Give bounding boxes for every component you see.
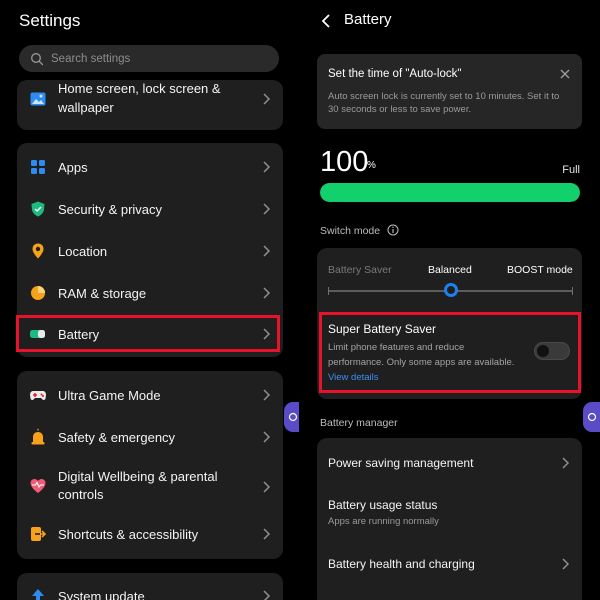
storage-pie-icon (29, 284, 47, 302)
settings-item-label: RAM & storage (58, 286, 147, 301)
power-saving-management-item[interactable]: Power saving management (317, 454, 582, 474)
mode-balanced[interactable]: Balanced (428, 264, 472, 276)
battery-level-bar (320, 183, 580, 202)
settings-item-label: Shortcuts & accessibility (58, 527, 199, 542)
shield-icon (29, 200, 47, 218)
info-icon[interactable] (387, 224, 399, 236)
chevron-right-icon (263, 528, 271, 540)
chevron-right-icon (263, 590, 271, 600)
super-saver-highlight-box (319, 312, 581, 393)
chevron-right-icon (263, 245, 271, 257)
auto-lock-notice[interactable]: Set the time of "Auto-lock" Auto screen … (317, 54, 582, 129)
battery-manager-heading: Battery manager (320, 417, 398, 429)
slider-tick (572, 287, 573, 295)
settings-item-apps[interactable]: Apps (17, 157, 283, 177)
settings-item-security[interactable]: Security & privacy (17, 199, 283, 219)
chevron-right-icon (263, 161, 271, 173)
chevron-right-icon (263, 481, 271, 493)
chevron-right-icon (263, 93, 271, 105)
mode-slider-knob[interactable] (443, 283, 458, 297)
settings-item-system-update[interactable]: System update (17, 586, 283, 600)
battery-level: 100 (320, 146, 369, 178)
battery-level-fill (320, 183, 580, 202)
page-title: Battery (344, 11, 392, 28)
mode-boost[interactable]: BOOST mode (507, 264, 573, 276)
slider-tick (328, 287, 329, 295)
location-pin-icon (29, 242, 47, 260)
settings-pane: Settings Search settings Home screen, lo… (0, 0, 300, 600)
settings-item-location[interactable]: Location (17, 241, 283, 261)
battery-highlight-box (16, 315, 280, 352)
settings-item-safety[interactable]: Safety & emergency (17, 427, 283, 447)
battery-pane: Battery Set the time of "Auto-lock" Auto… (300, 0, 600, 600)
chevron-right-icon (562, 457, 570, 469)
settings-item-label: System update (58, 589, 145, 600)
switch-mode-heading: Switch mode (320, 225, 381, 237)
settings-item-label: Home screen, lock screen & (58, 81, 221, 96)
assistant-icon (587, 412, 597, 422)
battery-manager-card: Power saving management Battery usage st… (317, 438, 582, 600)
wallpaper-icon (29, 90, 47, 108)
manager-item-title: Battery usage status (328, 498, 438, 512)
settings-item-label: Security & privacy (58, 202, 163, 217)
back-arrow-icon[interactable] (320, 13, 332, 29)
alarm-light-icon (29, 428, 47, 446)
settings-item-label: Ultra Game Mode (58, 388, 161, 403)
mode-battery-saver[interactable]: Battery Saver (328, 264, 392, 276)
heart-icon (29, 477, 47, 495)
settings-item-label: Safety & emergency (58, 430, 176, 445)
chevron-right-icon (263, 431, 271, 443)
apps-icon (29, 158, 47, 176)
shortcut-icon (29, 525, 47, 543)
battery-usage-status-item[interactable]: Battery usage status Apps are running no… (317, 496, 582, 530)
manager-item-subtitle: Apps are running normally (328, 516, 439, 527)
settings-group-display: Home screen, lock screen & wallpaper (17, 80, 283, 130)
settings-group-update: System update (17, 573, 283, 600)
settings-item-ram-storage[interactable]: RAM & storage (17, 283, 283, 303)
settings-item-ultra-game-mode[interactable]: Ultra Game Mode (17, 385, 283, 405)
settings-item-label: Apps (58, 160, 88, 175)
settings-group-features: Ultra Game Mode Safety & emergency Digit… (17, 371, 283, 559)
assistant-icon (288, 412, 298, 422)
battery-status: Full (562, 164, 580, 176)
notice-title: Set the time of "Auto-lock" (328, 68, 462, 80)
floating-assistant-button[interactable] (284, 402, 300, 432)
update-arrow-icon (29, 587, 47, 600)
settings-item-label: Digital Wellbeing & parental (58, 469, 218, 484)
battery-health-item[interactable]: Battery health and charging (317, 555, 582, 575)
search-input[interactable]: Search settings (19, 45, 279, 72)
notice-body: Auto screen lock is currently set to 10 … (328, 91, 560, 115)
search-icon (31, 52, 44, 65)
chevron-right-icon (263, 203, 271, 215)
chevron-right-icon (562, 558, 570, 570)
settings-item-home-screen[interactable]: Home screen, lock screen & wallpaper (17, 80, 283, 130)
chevron-right-icon (263, 389, 271, 401)
floating-assistant-button[interactable] (583, 402, 600, 432)
settings-item-digital-wellbeing[interactable]: Digital Wellbeing & parental controls (17, 467, 283, 507)
settings-item-label-line2: wallpaper (58, 100, 114, 115)
gamepad-icon (29, 386, 47, 404)
close-icon[interactable] (559, 68, 571, 80)
search-placeholder: Search settings (51, 52, 131, 65)
manager-item-title: Battery health and charging (328, 557, 475, 571)
settings-item-label: Location (58, 244, 108, 259)
chevron-right-icon (263, 287, 271, 299)
settings-item-shortcuts[interactable]: Shortcuts & accessibility (17, 524, 283, 544)
manager-item-title: Power saving management (328, 456, 474, 470)
page-title: Settings (19, 11, 81, 30)
settings-item-label-line2: controls (58, 487, 104, 502)
battery-percent-sign: % (367, 160, 376, 171)
